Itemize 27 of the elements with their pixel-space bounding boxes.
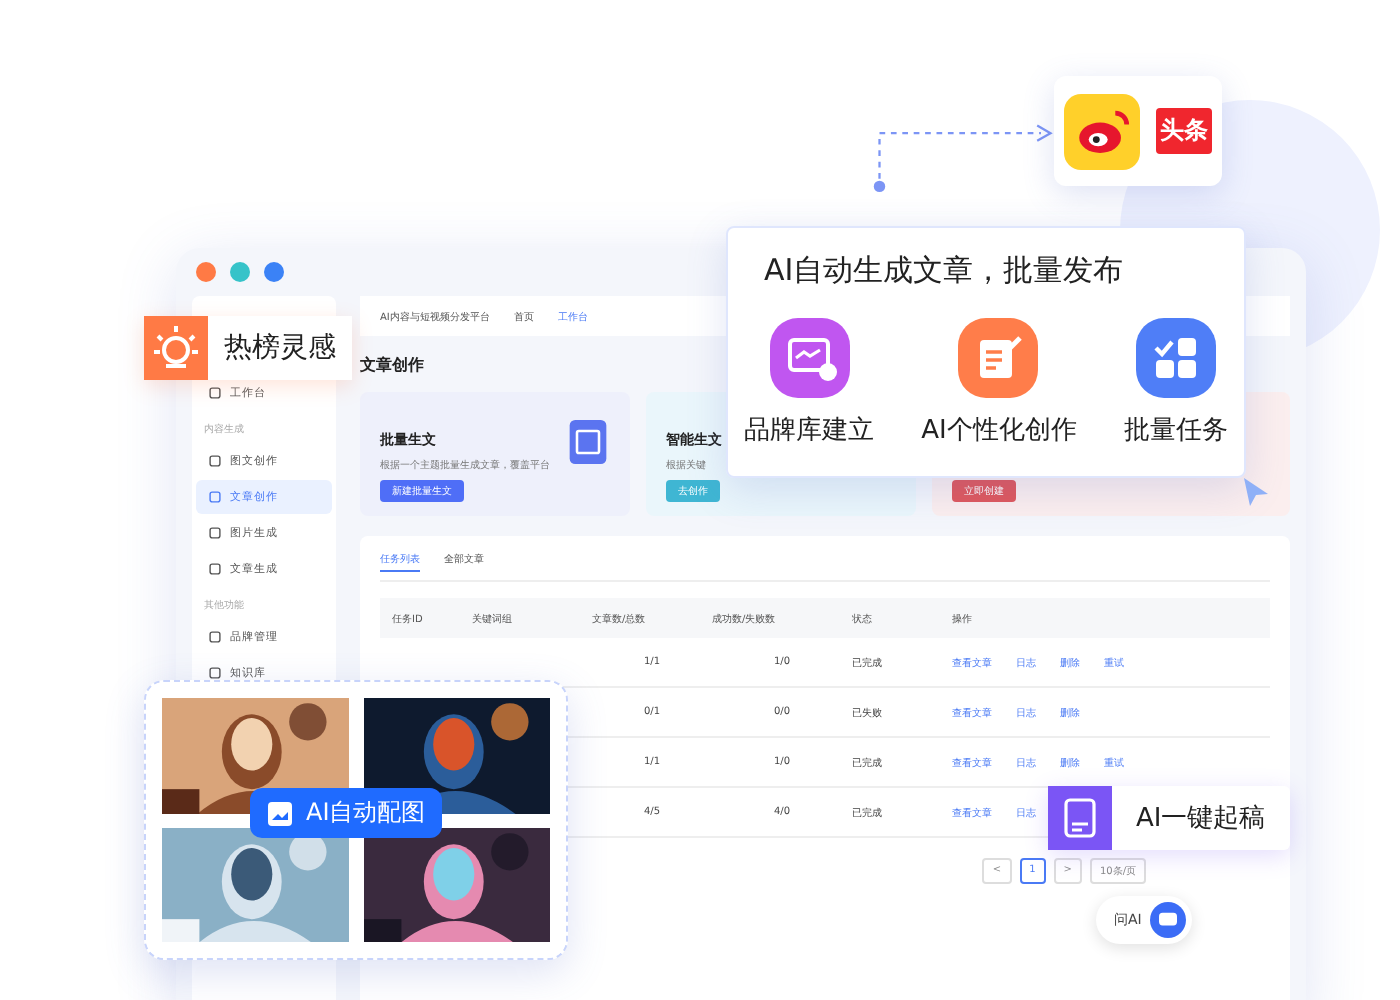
- menu-icon: [208, 630, 222, 644]
- tag-label: 热榜灵感: [222, 330, 338, 366]
- popup-title: AI自动生成文章，批量发布: [762, 252, 1126, 290]
- chat-icon: [1149, 902, 1186, 938]
- feature-label: 品牌库建立: [744, 414, 874, 448]
- feature-label: AI个性化创作: [921, 414, 1077, 448]
- cursor-icon: [1242, 476, 1270, 508]
- window-dot[interactable]: [264, 262, 284, 282]
- menu-icon: [208, 562, 222, 576]
- page-title: 文章创作: [360, 354, 426, 376]
- window-dot[interactable]: [230, 262, 250, 282]
- feature-label: 批量任务: [1123, 414, 1228, 448]
- image-label: AI自动配图: [250, 788, 442, 838]
- menu-icon: [208, 386, 222, 400]
- menu-icon: [208, 454, 222, 468]
- weibo-icon[interactable]: [1064, 93, 1140, 169]
- toutiao-logo[interactable]: 头条: [1156, 108, 1212, 154]
- tag-label: AI一键起稿: [1134, 802, 1268, 836]
- menu-icon: [208, 526, 222, 540]
- monitor-icon[interactable]: [769, 318, 849, 398]
- menu-icon: [208, 490, 222, 504]
- grid-icon[interactable]: [1135, 318, 1216, 398]
- image-icon: [266, 799, 294, 827]
- note-icon[interactable]: [958, 318, 1039, 398]
- window-dot[interactable]: [196, 262, 216, 282]
- document-icon: [566, 416, 610, 468]
- menu-icon: [208, 666, 222, 680]
